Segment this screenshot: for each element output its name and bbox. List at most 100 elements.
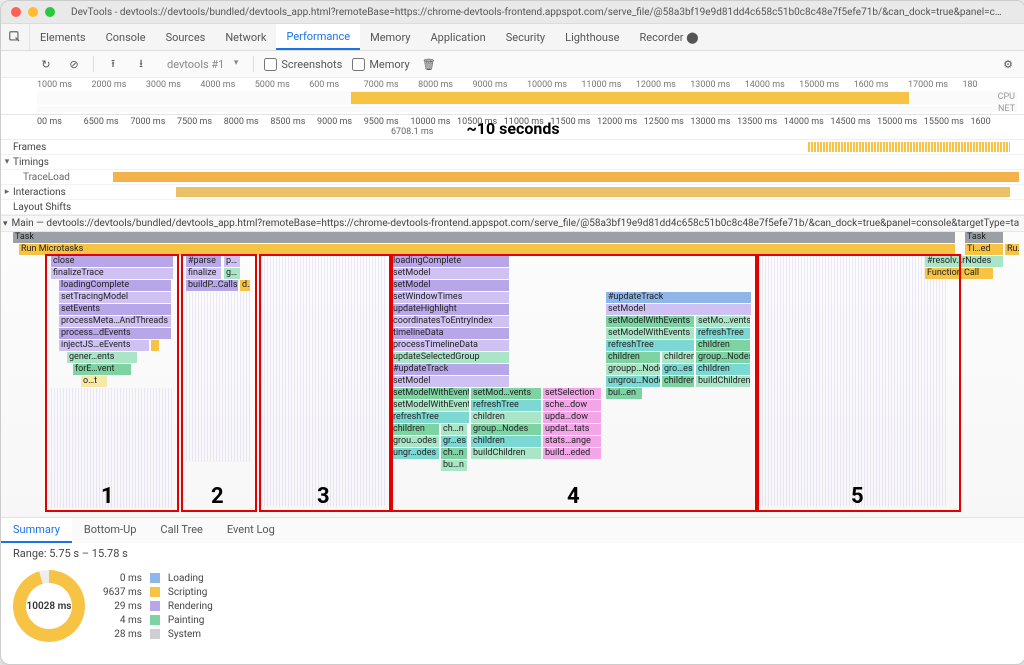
flame-seg[interactable]: p… <box>224 256 240 267</box>
zoom-window-icon[interactable] <box>45 7 55 17</box>
inspect-icon[interactable] <box>1 24 30 50</box>
flame-seg[interactable]: children <box>662 376 694 387</box>
flame-seg[interactable]: ungr…odes <box>391 448 439 459</box>
flame-seg[interactable]: refreshTree <box>471 400 541 411</box>
minimize-window-icon[interactable] <box>28 7 38 17</box>
flame-seg[interactable]: Ti…ed <box>965 244 1003 255</box>
flame-seg[interactable]: upda…dow <box>543 412 601 423</box>
tab-console[interactable]: Console <box>96 24 156 50</box>
btab-bottomup[interactable]: Bottom-Up <box>72 518 149 543</box>
flame-seg[interactable]: setModel <box>391 268 509 279</box>
btab-eventlog[interactable]: Event Log <box>215 518 287 543</box>
flame-seg[interactable]: setModel <box>606 304 751 315</box>
tab-application[interactable]: Application <box>420 24 495 50</box>
flame-seg[interactable]: children <box>696 340 750 351</box>
flame-seg[interactable]: coordinatesToEntryIndex <box>391 316 509 327</box>
flame-chart[interactable]: Task Run Microtasks close finalizeTrace … <box>1 232 1024 517</box>
flame-seg[interactable]: finalizeTrace <box>51 268 173 279</box>
flame-seg[interactable]: #parse <box>186 256 221 267</box>
track-main-header[interactable]: ▾Main — devtools://devtools/bundled/devt… <box>1 215 1024 232</box>
flame-seg[interactable]: setModelWithEvents <box>391 388 469 399</box>
flame-seg[interactable]: #updateTrack <box>391 364 509 375</box>
flame-seg[interactable]: updat…tats <box>543 424 601 435</box>
recording-dropdown[interactable]: devtools #1 <box>160 55 243 74</box>
tab-security[interactable]: Security <box>496 24 555 50</box>
flame-seg[interactable]: loadingComplete <box>391 256 509 267</box>
tab-elements[interactable]: Elements <box>30 24 96 50</box>
flame-seg[interactable]: refreshTree <box>696 328 750 339</box>
flame-seg[interactable]: setSelection <box>543 388 601 399</box>
track-layoutshifts[interactable]: Layout Shifts <box>1 200 1024 215</box>
flame-seg[interactable]: o…t <box>81 376 107 387</box>
tab-network[interactable]: Network <box>215 24 276 50</box>
flame-seg[interactable]: #updateTrack <box>606 292 751 303</box>
flame-seg[interactable]: timelineData <box>391 328 509 339</box>
flame-seg[interactable]: group…Nodes <box>471 424 541 435</box>
flame-seg[interactable]: stats…ange <box>543 436 601 447</box>
flame-task[interactable]: Task <box>13 232 955 243</box>
flame-seg[interactable]: Task <box>965 232 1003 243</box>
flame-seg[interactable]: ungrou…Nodes <box>606 376 660 387</box>
flame-seg[interactable]: finalize <box>186 268 221 279</box>
reload-record-button[interactable]: ↻ <box>37 55 55 73</box>
clear-button[interactable]: ⊘ <box>65 55 83 73</box>
flame-seg[interactable]: groupp…Nodes <box>606 364 660 375</box>
flame-seg[interactable]: updateSelectedGroup <box>391 352 509 363</box>
flame-seg[interactable]: group…Nodes <box>696 352 750 363</box>
flame-seg[interactable]: close <box>51 256 173 267</box>
flame-seg[interactable]: loadingComplete <box>59 280 171 291</box>
flame-seg[interactable]: processTimelineData <box>391 340 509 351</box>
track-interactions[interactable]: ▸Interactions <box>1 185 1024 200</box>
trash-icon[interactable]: 🗑 <box>420 55 438 73</box>
download-icon[interactable]: ⭳ <box>132 55 150 73</box>
screenshots-checkbox[interactable]: Screenshots <box>264 58 342 71</box>
tab-lighthouse[interactable]: Lighthouse <box>555 24 629 50</box>
upload-icon[interactable]: ⭱ <box>104 55 122 73</box>
overview-pane[interactable]: 1000 ms2000 ms3000 ms4000 ms5000 ms600 m… <box>1 78 1024 115</box>
flame-seg[interactable]: setModelWithEvents <box>391 400 469 411</box>
flame-seg[interactable]: injectJS…eEvents <box>59 340 149 351</box>
btab-calltree[interactable]: Call Tree <box>148 518 214 543</box>
flame-seg[interactable]: bui…en <box>606 388 642 399</box>
tab-sources[interactable]: Sources <box>156 24 216 50</box>
flame-microtasks[interactable]: Run Microtasks <box>19 244 955 255</box>
flame-seg[interactable]: refreshTree <box>606 340 694 351</box>
flame-seg[interactable]: ch…n <box>441 424 467 435</box>
tab-performance[interactable]: Performance <box>276 24 360 50</box>
flame-seg[interactable] <box>151 340 159 351</box>
flame-seg[interactable]: children <box>696 364 750 375</box>
flame-seg[interactable]: setModelWithEvents <box>606 328 694 339</box>
flame-seg[interactable]: updateHighlight <box>391 304 509 315</box>
flame-seg[interactable]: forE…vent <box>73 364 131 375</box>
close-window-icon[interactable] <box>11 7 21 17</box>
flame-seg[interactable]: buildChildren <box>696 376 750 387</box>
tab-memory[interactable]: Memory <box>360 24 420 50</box>
flame-seg[interactable]: children <box>471 412 541 423</box>
flame-seg[interactable]: children <box>471 436 541 447</box>
flame-seg[interactable]: setMod…vents <box>471 388 541 399</box>
gear-icon[interactable]: ⚙ <box>999 55 1017 73</box>
flame-axis[interactable]: 00 ms6500 ms7000 ms7500 ms8000 ms8500 ms… <box>1 115 1024 140</box>
flame-seg[interactable]: refreshTree <box>391 412 469 423</box>
flame-seg[interactable]: processMeta…AndThreads <box>59 316 171 327</box>
track-traceload[interactable]: TraceLoad <box>1 170 1024 185</box>
flame-seg[interactable]: setEvents <box>59 304 171 315</box>
flame-seg[interactable]: gro…es <box>662 364 694 375</box>
flame-seg[interactable]: grou…odes <box>391 436 439 447</box>
record-button[interactable] <box>9 55 27 73</box>
flame-seg[interactable]: children <box>662 352 694 363</box>
flame-seg[interactable]: d… <box>240 280 250 291</box>
track-frames[interactable]: Frames <box>1 140 1024 155</box>
flame-seg[interactable]: setMo…vents <box>696 316 750 327</box>
flame-seg[interactable]: setModelWithEvents <box>606 316 694 327</box>
flame-seg[interactable]: #resolv…rNodes <box>925 256 1003 267</box>
flame-seg[interactable]: setModel <box>391 280 509 291</box>
flame-seg[interactable]: setModel <box>391 376 509 387</box>
flame-seg[interactable]: build…eded <box>543 448 601 459</box>
flame-seg[interactable]: g… <box>224 268 240 279</box>
flame-seg[interactable]: setTracingModel <box>59 292 171 303</box>
flame-seg[interactable]: bu…n <box>441 460 467 471</box>
flame-seg[interactable]: buildChildren <box>471 448 541 459</box>
flame-seg[interactable]: process…dEvents <box>59 328 171 339</box>
track-timings[interactable]: ▾Timings <box>1 155 1024 170</box>
